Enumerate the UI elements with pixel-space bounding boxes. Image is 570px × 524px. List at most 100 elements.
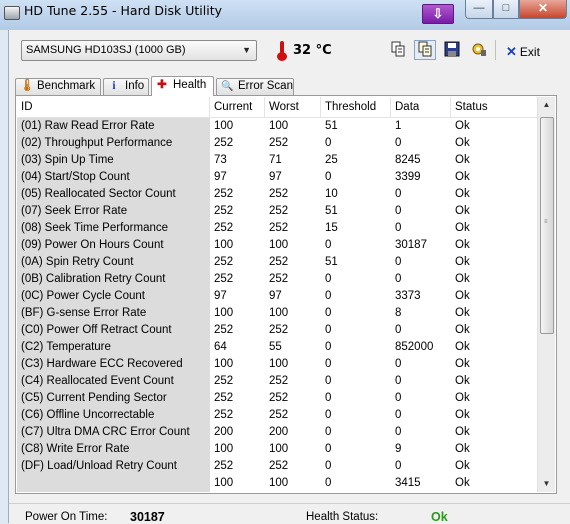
scroll-up-icon[interactable]: ▲ [538,97,555,113]
raw-data-value: 0 [395,256,402,268]
copy-icon[interactable] [387,40,409,60]
table-row[interactable]: (C0) Power Off Retract Count 252 252 0 0 Ok [17,322,538,339]
options-icon[interactable] [468,40,490,60]
thermometer-icon: 🌡 [20,80,35,92]
column-header[interactable]: Current [210,97,265,117]
raw-data-value: 3373 [395,290,421,302]
table-row[interactable]: (C5) Current Pending Sector 252 252 0 0 Ok [17,390,538,407]
window-title: HD Tune 2.55 - Hard Disk Utility [24,3,223,18]
table-row[interactable]: (BF) G-sense Error Rate 100 100 0 8 Ok [17,305,538,322]
tab-label: Benchmark [37,80,96,92]
drive-select[interactable]: SAMSUNG HD103SJ (1000 GB) ▼ [21,40,257,61]
minimize-button[interactable]: — [465,0,493,19]
status-value: Ok [455,375,470,387]
download-button[interactable]: ⇩ [422,4,454,24]
current-value: 252 [214,188,234,200]
worst-value: 252 [269,273,289,285]
table-row[interactable]: (09) Power On Hours Count 100 100 0 30187 Ok [17,237,538,254]
vertical-scrollbar[interactable]: ▲ ≡ ▼ [537,97,555,492]
attribute-name: (C5) Current Pending Sector [17,390,210,407]
column-header[interactable]: Status [451,97,538,117]
raw-data-value: 852000 [395,341,434,353]
tab-health[interactable]: ✚ Health [151,76,214,96]
threshold-value: 0 [325,290,332,302]
column-header[interactable]: ID [17,97,210,117]
tab-error-scan[interactable]: 🔍 Error Scan [216,78,294,95]
toolbar-separator [495,40,496,60]
table-row[interactable]: (04) Start/Stop Count 97 97 0 3399 Ok [17,169,538,186]
threshold-value: 51 [325,256,338,268]
threshold-value: 0 [325,392,332,404]
attribute-name: (01) Raw Read Error Rate [17,118,210,135]
power-on-label: Power On Time: [25,511,108,523]
copy-info-icon[interactable] [414,40,436,60]
table-row[interactable]: (C7) Ultra DMA CRC Error Count 200 200 0 0 Ok [17,424,538,441]
table-row[interactable]: (01) Raw Read Error Rate 100 100 51 1 Ok [17,118,538,135]
current-value: 100 [214,477,234,489]
worst-value: 100 [269,477,289,489]
raw-data-value: 0 [395,188,402,200]
worst-value: 100 [269,358,289,370]
raw-data-value: 3415 [395,477,421,489]
table-row[interactable]: (0A) Spin Retry Count 252 252 51 0 Ok [17,254,538,271]
hard-disk-icon [4,6,20,20]
status-value: Ok [455,443,470,455]
table-row[interactable]: (0C) Power Cycle Count 97 97 0 3373 Ok [17,288,538,305]
current-value: 64 [214,341,227,353]
column-header[interactable]: Worst [265,97,321,117]
threshold-value: 25 [325,154,338,166]
attribute-name: (C6) Offline Uncorrectable [17,407,210,424]
raw-data-value: 9 [395,443,402,455]
current-value: 252 [214,205,234,217]
status-value: Ok [455,171,470,183]
smart-attribute-list[interactable]: ID Current Worst Threshold Data Status (… [17,97,538,492]
tab-benchmark[interactable]: 🌡 Benchmark [15,78,101,95]
current-value: 97 [214,290,227,302]
close-window-button[interactable]: ✕ [519,0,567,19]
status-value: Ok [455,477,470,489]
table-row[interactable]: (07) Seek Error Rate 252 252 51 0 Ok [17,203,538,220]
scroll-down-icon[interactable]: ▼ [538,476,555,492]
table-row[interactable]: (C2) Temperature 64 55 0 852000 Ok [17,339,538,356]
save-icon[interactable] [441,40,463,60]
current-value: 252 [214,222,234,234]
maximize-button[interactable]: □ [493,0,519,19]
table-row[interactable]: (0B) Calibration Retry Count 252 252 0 0 Ok [17,271,538,288]
status-value: Ok [455,290,470,302]
table-row[interactable]: (C8) Write Error Rate 100 100 0 9 Ok [17,441,538,458]
table-row[interactable]: (02) Throughput Performance 252 252 0 0 Ok [17,135,538,152]
table-row[interactable]: (C4) Reallocated Event Count 252 252 0 0 Ok [17,373,538,390]
status-value: Ok [455,154,470,166]
threshold-value: 0 [325,375,332,387]
table-row[interactable]: (03) Spin Up Time 73 71 25 8245 Ok [17,152,538,169]
table-row[interactable]: (C6) Offline Uncorrectable 252 252 0 0 Ok [17,407,538,424]
threshold-value: 10 [325,188,338,200]
column-header[interactable]: Threshold [321,97,391,117]
attribute-name: (BF) G-sense Error Rate [17,305,210,322]
raw-data-value: 0 [395,375,402,387]
exit-icon: ✕ [506,44,517,59]
table-row[interactable]: (08) Seek Time Performance 252 252 15 0 Ok [17,220,538,237]
scrollbar-thumb[interactable]: ≡ [540,117,554,334]
status-value: Ok [455,426,470,438]
tab-info[interactable]: i Info [103,78,149,95]
attribute-name: (C0) Power Off Retract Count [17,322,210,339]
raw-data-value: 0 [395,460,402,472]
attribute-name: (C7) Ultra DMA CRC Error Count [17,424,210,441]
worst-value: 55 [269,341,282,353]
attribute-name: (0A) Spin Retry Count [17,254,210,271]
current-value: 97 [214,171,227,183]
threshold-value: 0 [325,273,332,285]
worst-value: 100 [269,443,289,455]
raw-data-value: 0 [395,358,402,370]
table-row[interactable]: (05) Reallocated Sector Count 252 252 10 0 Ok [17,186,538,203]
attribute-name: (0C) Power Cycle Count [17,288,210,305]
chevron-down-icon: ▼ [242,45,251,55]
threshold-value: 0 [325,358,332,370]
temperature-readout: 32 °C [293,43,332,58]
column-header[interactable]: Data [391,97,451,117]
table-row[interactable]: (DF) Load/Unload Retry Count 252 252 0 0 Ok [17,458,538,475]
raw-data-value: 8 [395,307,402,319]
table-row[interactable]: (C3) Hardware ECC Recovered 100 100 0 0 Ok [17,356,538,373]
exit-button[interactable]: ✕ Exit [506,44,540,60]
